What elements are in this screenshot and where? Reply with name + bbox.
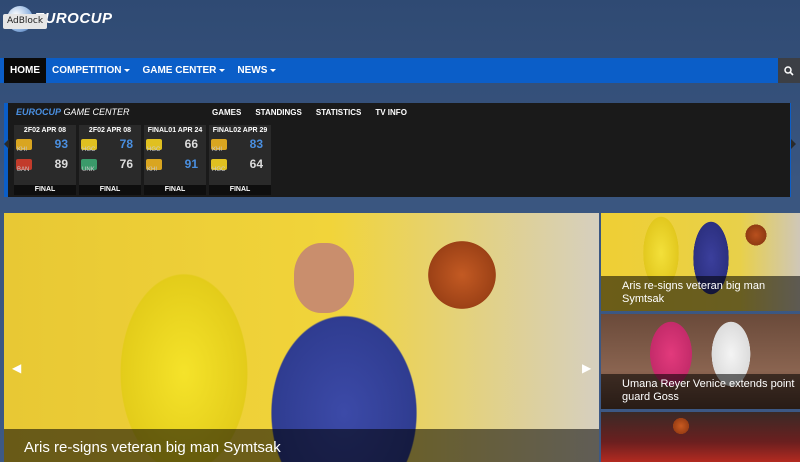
nav-game-center[interactable]: GAME CENTER: [136, 58, 231, 83]
caret-down-icon: [219, 69, 226, 72]
game-center-brand: EUROCUP: [16, 107, 62, 117]
hero-next-arrow-icon[interactable]: ▶: [582, 361, 591, 375]
team-score: 91: [184, 157, 198, 171]
team-row-away: BAN 89: [14, 154, 76, 174]
game-status: FINAL: [144, 185, 206, 195]
game-header: 2F02 APR 08: [88, 127, 132, 134]
hero-prev-arrow-icon[interactable]: ◀: [12, 361, 21, 375]
tab-games[interactable]: GAMES: [212, 108, 241, 117]
hero-player-image: [294, 243, 354, 313]
hero-caption[interactable]: Aris re-signs veteran big man Symtsak: [4, 429, 599, 462]
team-row-home: KHI 93: [14, 134, 76, 154]
game-card[interactable]: 2F02 APR 08 HGC 78 UNK 76 FINAL: [79, 125, 141, 195]
team-abbr: UNK: [82, 167, 95, 173]
game-header: 2F02 APR 08: [23, 127, 67, 134]
nav-competition[interactable]: COMPETITION: [46, 58, 136, 83]
nav-home[interactable]: HOME: [4, 58, 46, 83]
team-score: 83: [249, 137, 263, 151]
game-center-title-text: GAME CENTER: [63, 107, 130, 117]
nav-game-center-label: GAME CENTER: [142, 65, 217, 76]
nav-competition-label: COMPETITION: [52, 65, 122, 76]
team-score: 93: [54, 137, 68, 151]
game-card[interactable]: 2F02 APR 08 KHI 93 BAN 89 FINAL: [14, 125, 76, 195]
tab-statistics[interactable]: STATISTICS: [316, 108, 361, 117]
caret-down-icon: [270, 69, 277, 72]
team-score: 89: [54, 157, 68, 171]
team-score: 64: [249, 157, 263, 171]
adblock-badge[interactable]: AdBlock: [3, 14, 48, 29]
team-score: 76: [119, 157, 133, 171]
team-abbr: HGC: [147, 147, 161, 153]
team-row-away: HGC 64: [209, 154, 271, 174]
game-header: FINAL02 APR 29: [212, 127, 268, 134]
side-story-1[interactable]: Aris re-signs veteran big man Symtsak: [601, 213, 800, 311]
team-row-home: KHI 83: [209, 134, 271, 154]
team-abbr: BAN: [17, 167, 30, 173]
nav-news[interactable]: NEWS: [231, 58, 282, 83]
game-center-title: EUROCUP GAME CENTER: [16, 107, 130, 117]
team-row-home: HGC 66: [144, 134, 206, 154]
game-status: FINAL: [209, 185, 271, 195]
game-center-tabs: GAMES STANDINGS STATISTICS TV INFO: [212, 108, 407, 117]
team-abbr: KHI: [212, 147, 223, 153]
team-row-away: KHI 91: [144, 154, 206, 174]
game-card[interactable]: FINAL02 APR 29 KHI 83 HGC 64 FINAL: [209, 125, 271, 195]
games-prev-arrow-icon[interactable]: [4, 139, 9, 149]
search-icon: [784, 65, 794, 76]
team-abbr: HGC: [212, 167, 226, 173]
team-row-away: UNK 76: [79, 154, 141, 174]
side-story-2[interactable]: Umana Reyer Venice extends point guard G…: [601, 314, 800, 409]
nav-news-label: NEWS: [237, 65, 268, 76]
game-card[interactable]: FINAL01 APR 24 HGC 66 KHI 91 FINAL: [144, 125, 206, 195]
side-story-1-caption: Aris re-signs veteran big man Symtsak: [601, 276, 800, 311]
team-row-home: HGC 78: [79, 134, 141, 154]
team-score: 66: [184, 137, 198, 151]
side-story-2-caption: Umana Reyer Venice extends point guard G…: [601, 374, 800, 409]
game-status: FINAL: [14, 185, 76, 195]
hero-slide[interactable]: ◀ ▶ Aris re-signs veteran big man Symtsa…: [4, 213, 599, 462]
team-score: 78: [119, 137, 133, 151]
game-header: FINAL01 APR 24: [147, 127, 203, 134]
team-abbr: KHI: [17, 147, 28, 153]
games-next-arrow-icon[interactable]: [791, 139, 796, 149]
team-abbr: HGC: [82, 147, 96, 153]
main-navbar: HOME COMPETITION GAME CENTER NEWS: [0, 58, 800, 83]
caret-down-icon: [124, 69, 131, 72]
search-button[interactable]: [778, 58, 800, 83]
tab-tv-info[interactable]: TV INFO: [375, 108, 407, 117]
nav-home-label: HOME: [10, 65, 40, 76]
game-status: FINAL: [79, 185, 141, 195]
side-story-3[interactable]: [601, 412, 800, 462]
tab-standings[interactable]: STANDINGS: [255, 108, 302, 117]
team-abbr: KHI: [147, 167, 158, 173]
